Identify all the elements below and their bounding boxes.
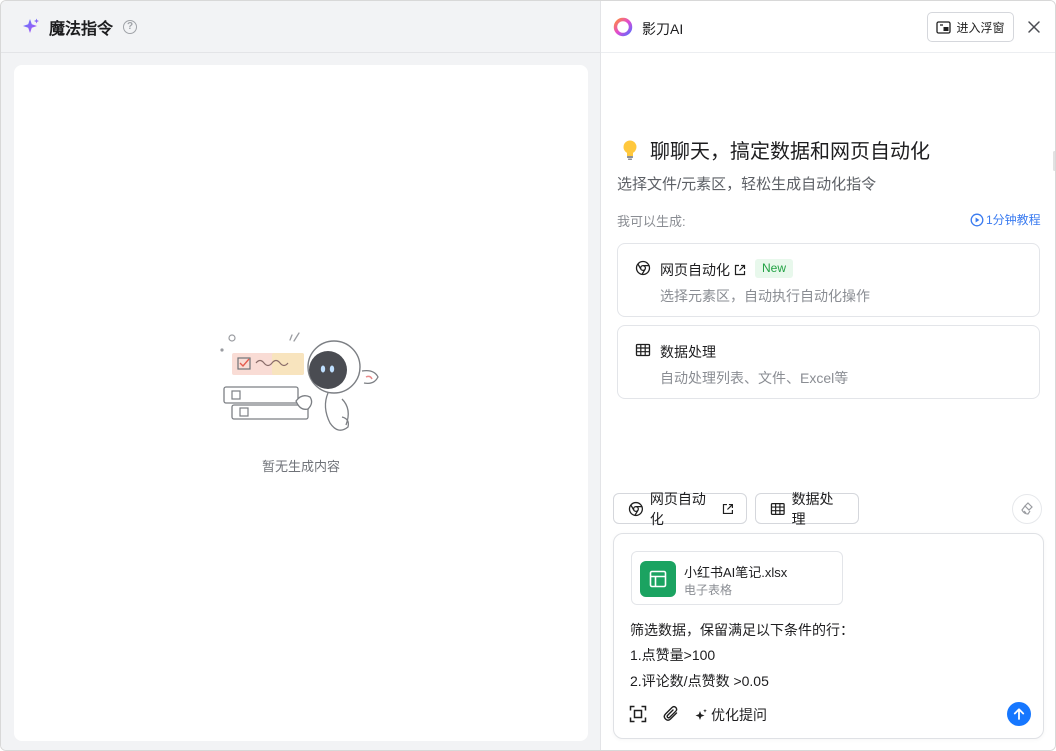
float-button-label: 进入浮窗 <box>956 20 1005 35</box>
attached-file-card[interactable]: 小红书AI笔记.xlsx 电子表格 <box>631 551 843 605</box>
clear-chat-button[interactable] <box>1012 494 1042 524</box>
new-badge: New <box>755 259 794 278</box>
page-title: 魔法指令 <box>49 20 114 38</box>
empty-state-robot-illustration <box>220 332 379 431</box>
file-name: 小红书AI笔记.xlsx <box>684 565 788 580</box>
paperclip-icon <box>663 705 678 721</box>
feature-title-text: 网页自动化 <box>660 262 730 278</box>
close-icon[interactable] <box>1026 19 1042 35</box>
chip-label: 数据处理 <box>791 490 834 527</box>
help-icon[interactable]: ? <box>123 19 138 34</box>
can-generate-label: 我可以生成: <box>617 214 686 229</box>
attach-file-button[interactable] <box>661 704 681 724</box>
tutorial-link[interactable]: 1分钟教程 <box>970 211 1041 228</box>
optimize-prompt-button[interactable]: 优化提问 <box>694 705 767 725</box>
feature-description: 自动处理列表、文件、Excel等 <box>660 370 849 386</box>
intro-title-text: 聊聊天，搞定数据和网页自动化 <box>650 141 930 163</box>
chip-label: 网页自动化 <box>649 490 706 527</box>
chrome-icon <box>628 501 644 516</box>
table-icon <box>635 343 651 357</box>
brush-icon <box>1021 502 1033 515</box>
empty-state-text: 暂无生成内容 <box>261 459 340 474</box>
float-window-icon <box>936 20 952 34</box>
assistant-header: 影刀AI 进入浮窗 <box>601 1 1055 53</box>
sparkle-icon <box>23 18 39 33</box>
prompt-text-line[interactable]: 2.评论数/点赞数 >0.05 <box>630 671 769 691</box>
arrow-up-icon <box>1013 708 1025 720</box>
data-processing-chip[interactable]: 数据处理 <box>755 491 859 527</box>
optimize-label: 优化提问 <box>711 707 767 723</box>
intro-subtitle: 选择文件/元素区，轻松生成自动化指令 <box>617 176 877 193</box>
feature-card-web-automation[interactable]: 网页自动化 New 选择元素区，自动执行自动化操作 <box>617 243 1040 317</box>
ai-assistant-panel: 影刀AI 进入浮窗 聊聊天，搞定数据和网页自动化 选择文件/元素区，轻松生成自动… <box>601 1 1055 750</box>
table-icon <box>770 502 785 515</box>
brand-name: 影刀AI <box>642 21 684 37</box>
file-type: 电子表格 <box>684 583 733 597</box>
scan-icon <box>629 705 647 723</box>
feature-title: 网页自动化 <box>660 260 746 280</box>
prompt-text-line[interactable]: 1.点赞量>100 <box>630 645 715 665</box>
external-link-icon <box>734 264 746 276</box>
magic-command-panel: 魔法指令 ? 暂无生成内容 <box>1 1 601 750</box>
feature-description: 选择元素区，自动执行自动化操作 <box>660 288 870 304</box>
tutorial-label: 1分钟教程 <box>986 213 1041 227</box>
feature-title-text: 数据处理 <box>660 344 716 360</box>
screenshot-select-button[interactable] <box>628 704 648 724</box>
intro-title: 聊聊天，搞定数据和网页自动化 <box>621 135 930 164</box>
feature-card-data-processing[interactable]: 数据处理 自动处理列表、文件、Excel等 <box>617 325 1040 399</box>
brand-logo-icon <box>613 17 633 37</box>
play-icon <box>970 213 984 226</box>
external-link-icon <box>723 503 734 514</box>
enter-float-window-button[interactable]: 进入浮窗 <box>927 12 1014 42</box>
chrome-icon <box>635 260 651 276</box>
send-button[interactable] <box>1007 702 1031 726</box>
web-automation-chip[interactable]: 网页自动化 <box>613 491 747 527</box>
message-composer[interactable]: 小红书AI笔记.xlsx 电子表格 筛选数据，保留满足以下条件的行： 1.点赞量… <box>613 533 1044 739</box>
left-panel-header: 魔法指令 ? <box>1 1 601 53</box>
sparkle-icon <box>695 709 707 720</box>
app-window: 魔法指令 ? 暂无生成内容 影刀AI 进入浮窗 聊聊天，搞定数据和网页自动化 选… <box>0 0 1056 751</box>
light-bulb-icon <box>623 140 637 160</box>
spreadsheet-icon <box>640 561 676 597</box>
prompt-text-line[interactable]: 筛选数据，保留满足以下条件的行： <box>630 620 854 640</box>
feature-title: 数据处理 <box>660 342 716 362</box>
